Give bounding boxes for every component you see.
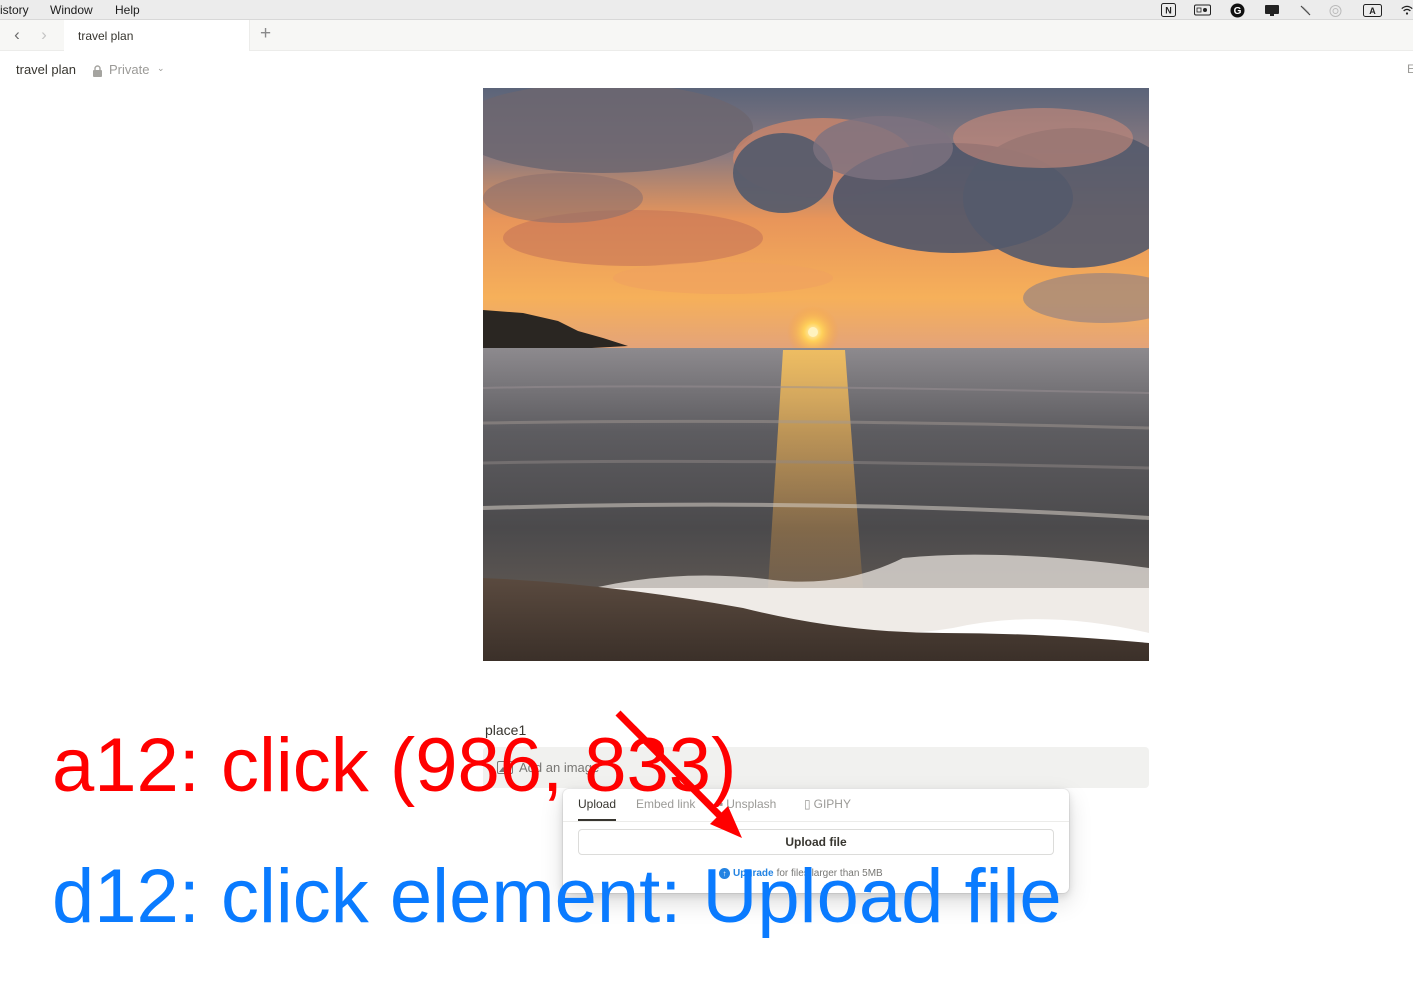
new-tab-button[interactable]: +	[260, 23, 271, 45]
menu-window[interactable]: Window	[50, 3, 93, 17]
airdrop-icon[interactable]	[1327, 3, 1343, 17]
menu-bar: istory Window Help N G A	[0, 0, 1413, 20]
screen: istory Window Help N G A ‹ › travel plan…	[0, 0, 1413, 990]
page-breadcrumb[interactable]: travel plan	[16, 62, 76, 77]
lock-icon	[92, 64, 104, 77]
chevron-down-icon[interactable]: ⌄	[157, 63, 165, 74]
display-icon[interactable]	[1264, 3, 1280, 17]
menu-help[interactable]: Help	[115, 3, 140, 17]
annotation-description: d12: click element: Upload file	[52, 854, 1062, 939]
grammarly-icon[interactable]: G	[1229, 3, 1245, 17]
tab-travel-plan[interactable]: travel plan	[64, 20, 250, 51]
tab-giphy-label: GIPHY	[813, 797, 851, 811]
divider	[563, 821, 1069, 822]
input-source-icon[interactable]: A	[1362, 3, 1382, 17]
forward-icon[interactable]: ›	[35, 26, 53, 44]
svg-text:N: N	[1165, 6, 1172, 16]
wifi-icon[interactable]	[1401, 3, 1413, 17]
mute-icon[interactable]	[1298, 3, 1312, 17]
screen-record-icon[interactable]	[1193, 3, 1211, 17]
tab-bar: ‹ › travel plan +	[0, 20, 1413, 51]
menu-history[interactable]: istory	[0, 3, 29, 17]
sunset-beach-image[interactable]	[483, 88, 1149, 661]
back-icon[interactable]: ‹	[8, 26, 26, 44]
privacy-dropdown[interactable]: Private	[109, 62, 149, 77]
giphy-icon: ▯	[804, 797, 811, 811]
upload-file-button[interactable]: Upload file	[578, 829, 1054, 855]
notion-icon[interactable]: N	[1160, 3, 1176, 17]
edge-menu-item[interactable]: E	[1407, 62, 1413, 76]
annotation-action: a12: click (986, 833)	[52, 723, 737, 808]
svg-text:G: G	[1233, 6, 1241, 17]
svg-text:A: A	[1369, 6, 1376, 16]
tab-giphy[interactable]: ▯ GIPHY	[804, 797, 851, 821]
tab-label: travel plan	[78, 29, 134, 43]
